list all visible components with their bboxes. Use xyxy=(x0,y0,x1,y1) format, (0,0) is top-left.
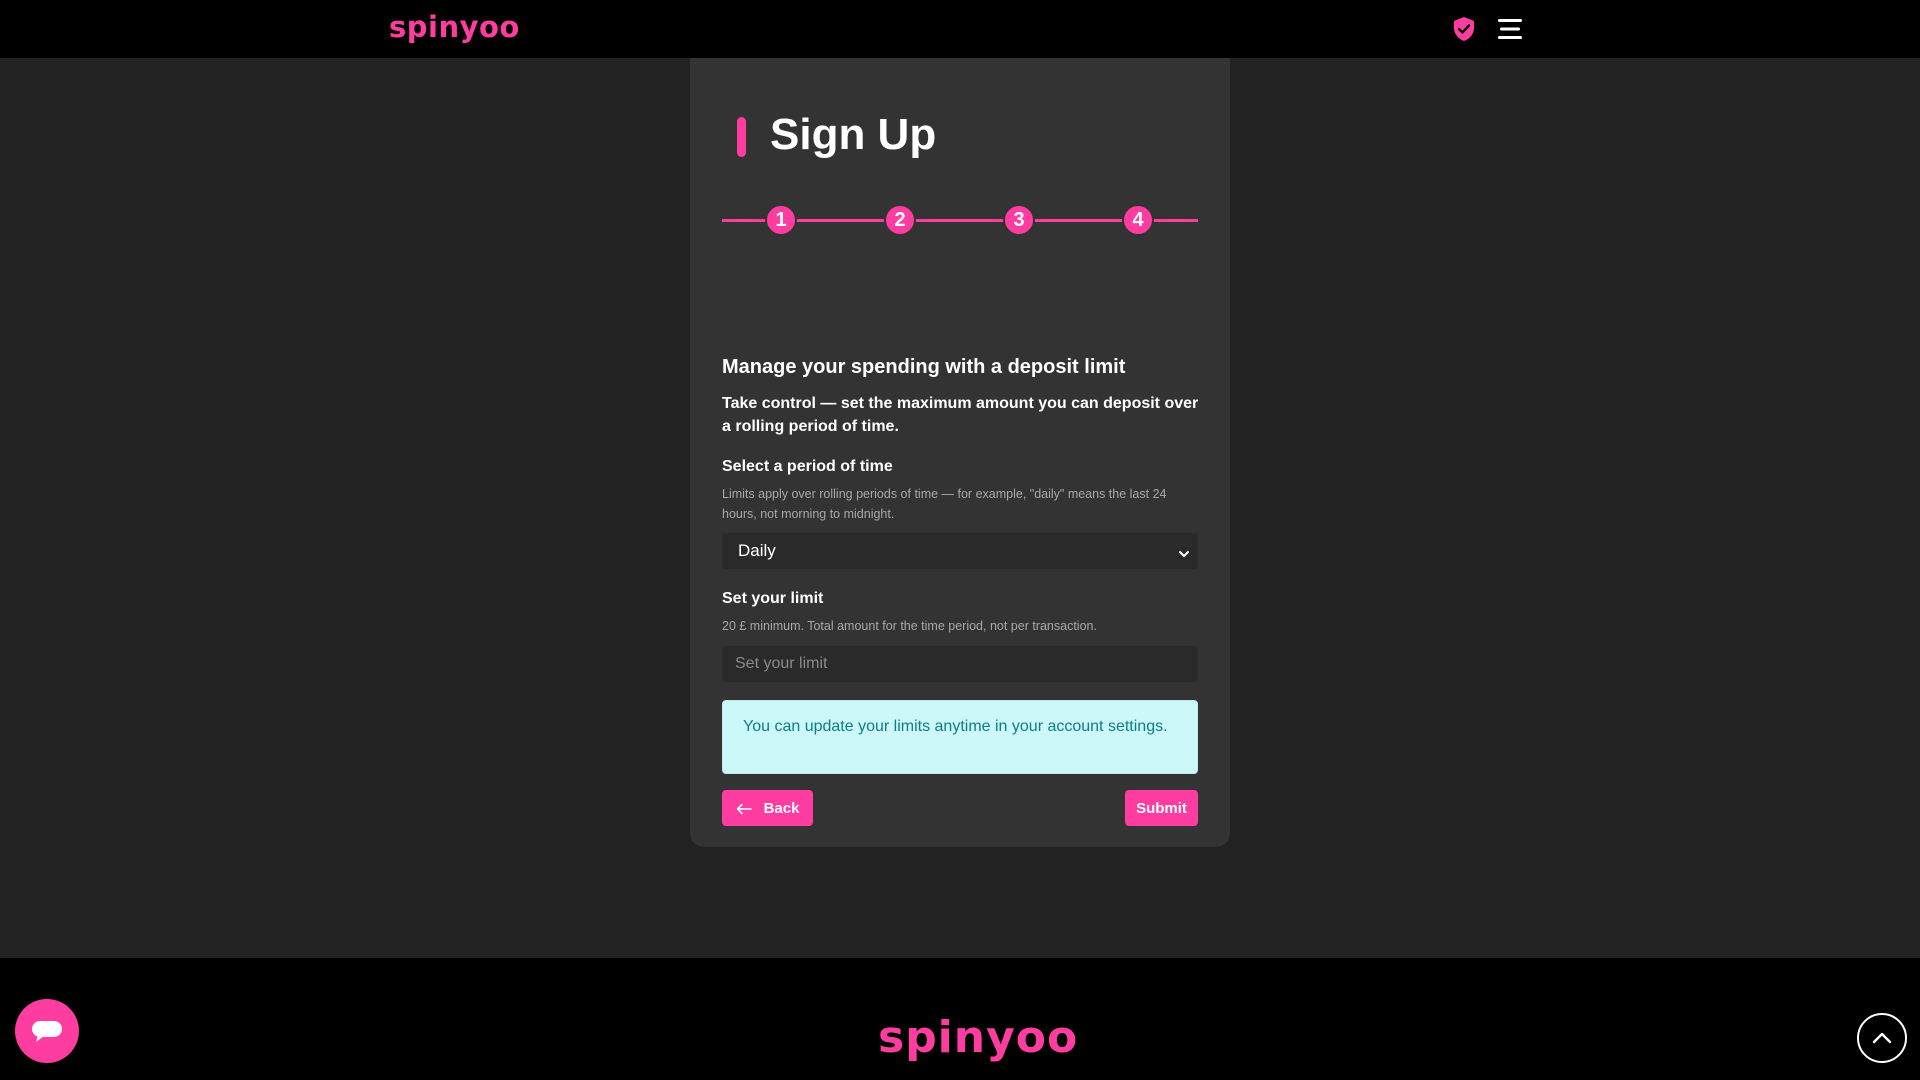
step-1: 1 xyxy=(765,204,797,236)
step-2: 2 xyxy=(884,204,916,236)
chevron-down-icon xyxy=(1178,545,1190,557)
deposit-limit-intro: Take control — set the maximum amount yo… xyxy=(722,395,1199,435)
period-label: Select a period of time xyxy=(722,458,893,475)
progress-stepper: 1 2 3 4 xyxy=(722,204,1198,236)
hamburger-menu-icon[interactable] xyxy=(1496,16,1524,42)
deposit-limit-heading: Manage your spending with a deposit limi… xyxy=(722,356,1126,378)
back-button[interactable]: Back xyxy=(722,790,813,826)
arrow-left-icon xyxy=(736,802,752,815)
period-hint: Limits apply over rolling periods of tim… xyxy=(722,487,1167,521)
period-select-value: Daily xyxy=(738,541,776,560)
chat-bubble-icon[interactable] xyxy=(15,999,79,1063)
limit-label: Set your limit xyxy=(722,590,824,607)
top-navigation-bar: spinyoo xyxy=(0,0,1920,58)
back-button-label: Back xyxy=(763,799,800,817)
submit-button[interactable]: Submit xyxy=(1125,790,1198,826)
period-select[interactable]: Daily xyxy=(722,533,1198,569)
step-3: 3 xyxy=(1003,204,1035,236)
signup-card: Sign Up 1 2 3 4 Manage your spending wit… xyxy=(690,58,1230,847)
info-notice: You can update your limits anytime in yo… xyxy=(722,700,1198,774)
site-logo[interactable]: spinyoo xyxy=(389,10,520,44)
limit-hint: 20 £ minimum. Total amount for the time … xyxy=(722,619,1097,633)
shield-icon[interactable] xyxy=(1452,16,1476,42)
page-title: Sign Up xyxy=(770,110,937,159)
step-4: 4 xyxy=(1122,204,1154,236)
limit-input[interactable] xyxy=(722,646,1198,682)
chevron-up-icon[interactable] xyxy=(1857,1013,1907,1063)
title-accent-bar xyxy=(737,117,746,157)
footer-logo[interactable]: spinyoo xyxy=(878,1012,1078,1063)
